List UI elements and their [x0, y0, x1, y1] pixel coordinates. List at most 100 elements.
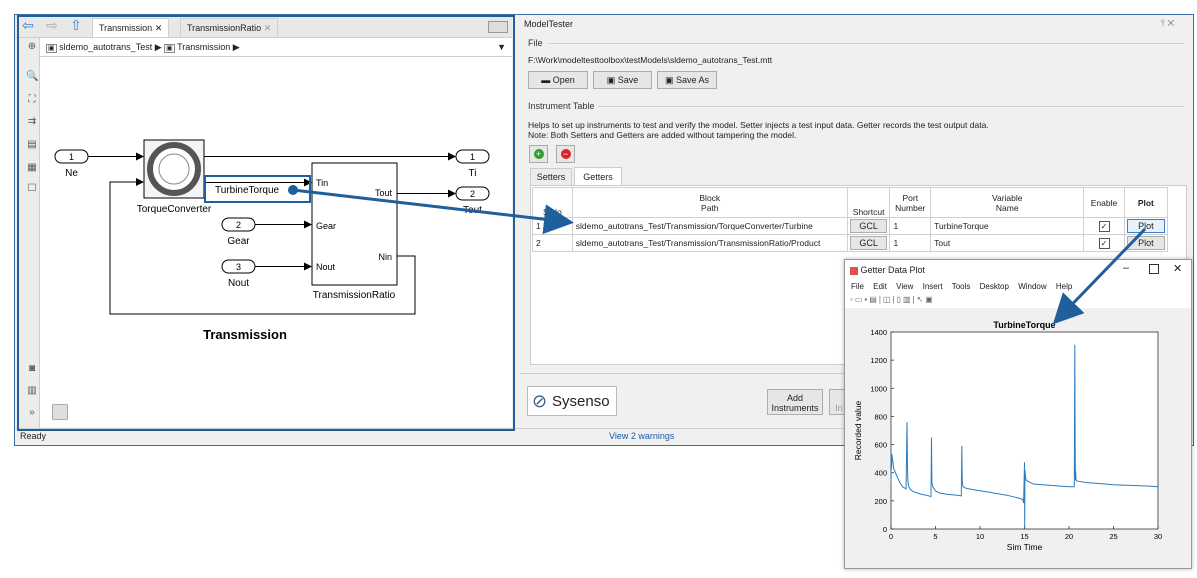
enable-checkbox[interactable]: ✓ — [1098, 237, 1110, 249]
cell-variable[interactable]: Tout — [930, 234, 1085, 252]
expand-icon[interactable]: » — [26, 407, 38, 419]
x-tick-label: 10 — [976, 532, 984, 541]
tab-label: TransmissionRatio — [187, 23, 262, 33]
table-row[interactable]: 1 sldemo_autotrans_Test/Transmission/Tor… — [532, 217, 1169, 235]
arrow-right-icon[interactable]: ⇉ — [26, 116, 38, 128]
x-tick-label: 5 — [933, 532, 937, 541]
camera-icon[interactable]: ◙ — [26, 363, 38, 375]
breadcrumb: ▣ sldemo_autotrans_Test ▶ ▣ Transmission… — [40, 38, 512, 57]
forward-arrow-icon[interactable]: ⇨ — [44, 17, 60, 33]
file-path: F:\Work\modeltesttoolbox\testModels\slde… — [528, 55, 773, 65]
annotation-icon[interactable]: ▤ — [26, 139, 38, 151]
breadcrumb-root[interactable]: sldemo_autotrans_Test — [59, 42, 152, 52]
save-label: Save — [617, 75, 639, 85]
plot-window-title: Getter Data Plot — [860, 265, 926, 275]
open-icon[interactable]: ▭ — [855, 295, 865, 304]
cell-port[interactable]: 1 — [889, 217, 932, 235]
close-icon[interactable]: ✕ — [264, 23, 272, 33]
file-group-divider — [548, 43, 1184, 44]
open-label: Open — [552, 75, 575, 85]
col-path-label-1: Block — [699, 192, 721, 203]
close-icon[interactable]: ✕ — [1173, 262, 1182, 275]
menu-tools[interactable]: Tools — [952, 282, 971, 291]
menu-insert[interactable]: Insert — [923, 282, 943, 291]
add-instruments-button[interactable]: Add Instruments — [767, 389, 823, 415]
cell-shortcut: GCL — [846, 234, 891, 252]
cell-sno: 1 — [532, 217, 573, 235]
y-tick-label: 600 — [874, 441, 887, 450]
hide-show-icon[interactable]: ⊕ — [26, 41, 38, 53]
column-header-enable: Enable — [1083, 187, 1125, 218]
tab-setters[interactable]: Setters — [530, 168, 572, 186]
plot-button[interactable]: Plot — [1126, 236, 1165, 250]
inport-ne-num: 1 — [69, 152, 74, 162]
cell-path[interactable]: sldemo_autotrans_Test/Transmission/Trans… — [571, 234, 848, 252]
maximize-icon[interactable] — [1149, 264, 1159, 274]
warnings-link[interactable]: View 2 warnings — [609, 429, 674, 444]
x-tick-label: 15 — [1020, 532, 1028, 541]
add-instrument-button[interactable]: + — [529, 145, 548, 163]
instrument-group-title: Instrument Table — [528, 101, 595, 111]
matlab-icon — [850, 266, 858, 275]
fit-to-view-icon[interactable]: ⛶ — [26, 94, 38, 106]
remove-instrument-button[interactable]: − — [556, 145, 575, 163]
cell-path[interactable]: sldemo_autotrans_Test/Transmission/Torqu… — [571, 217, 848, 235]
plot-button[interactable]: Plot — [1126, 219, 1165, 233]
tab-transmission-ratio[interactable]: TransmissionRatio ✕ — [180, 18, 279, 37]
save-icon: ▣ — [606, 75, 616, 85]
menu-help[interactable]: Help — [1056, 282, 1072, 291]
up-arrow-icon[interactable]: ⇧ — [68, 17, 84, 33]
col-var-label-2: Name — [995, 202, 1019, 213]
folder-icon: ▬ — [541, 75, 551, 85]
tab-label: Transmission — [99, 23, 153, 33]
pin-icon[interactable]: ⫯ ✕ — [1161, 18, 1174, 29]
nout-port: Nout — [316, 262, 336, 272]
y-tick-label: 1000 — [870, 384, 887, 393]
image-icon[interactable]: ▦ — [26, 162, 38, 174]
tin-port: Tin — [316, 178, 328, 188]
breadcrumb-current[interactable]: Transmission — [177, 42, 230, 52]
chevron-down-icon[interactable]: ▼ — [497, 38, 506, 56]
pointer-icon[interactable]: ↖ — [917, 295, 926, 304]
open-button[interactable]: ▬ Open — [528, 71, 588, 89]
minus-icon: − — [560, 149, 571, 159]
col-port-label-1: Port — [902, 192, 919, 203]
menu-view[interactable]: View — [896, 282, 913, 291]
col-path-label-2: Path — [701, 202, 719, 213]
column-header-port: Port Number — [889, 187, 932, 218]
print-icon[interactable]: ▤ — [869, 295, 879, 304]
menu-edit[interactable]: Edit — [873, 282, 887, 291]
turbine-torque-chart[interactable]: TurbineTorque 0 200 400 600 800 1000 1200 1400 0 5… — [845, 308, 1191, 568]
save-as-button[interactable]: ▣ Save As — [657, 71, 717, 89]
plot-toolbar: ▫▭▪▤|◫|▯▥|↖▣ — [850, 295, 935, 304]
gcl-button[interactable]: GCL — [849, 219, 888, 233]
col-plot-label: Plot — [1137, 197, 1154, 208]
gcl-button[interactable]: GCL — [849, 236, 888, 250]
model-icon: ▣ — [46, 44, 57, 53]
menu-desktop[interactable]: Desktop — [980, 282, 1009, 291]
enable-checkbox[interactable]: ✓ — [1098, 220, 1110, 232]
model-browser-icon[interactable]: ▥ — [26, 385, 38, 397]
back-arrow-icon[interactable]: ⇦ — [20, 17, 36, 33]
database-icon[interactable] — [52, 404, 68, 420]
close-icon[interactable]: ✕ — [155, 23, 163, 33]
tab-getters[interactable]: Getters — [574, 167, 622, 186]
area-icon[interactable]: ☐ — [26, 183, 38, 195]
sysenso-logo: ⊘ Sysenso — [527, 386, 617, 416]
menu-window[interactable]: Window — [1018, 282, 1046, 291]
table-row[interactable]: 2 sldemo_autotrans_Test/Transmission/Tra… — [532, 234, 1169, 252]
zoom-icon[interactable]: 🔍 — [26, 71, 38, 83]
column-header-variable: Variable Name — [930, 187, 1085, 218]
keyboard-icon[interactable] — [488, 21, 508, 33]
panel-icon[interactable]: ▣ — [925, 295, 935, 304]
tab-transmission[interactable]: Transmission ✕ — [92, 18, 170, 37]
zoom-icon[interactable]: ◫ — [883, 295, 893, 304]
save-button[interactable]: ▣ Save — [593, 71, 652, 89]
column-header-sno: S.No — [532, 187, 573, 218]
menu-file[interactable]: File — [851, 282, 864, 291]
cell-port[interactable]: 1 — [889, 234, 932, 252]
legend-icon[interactable]: ▥ — [903, 295, 913, 304]
minimize-icon[interactable]: – — [1123, 262, 1129, 274]
plus-icon: + — [533, 149, 544, 159]
cell-variable[interactable]: TurbineTorque — [930, 217, 1085, 235]
